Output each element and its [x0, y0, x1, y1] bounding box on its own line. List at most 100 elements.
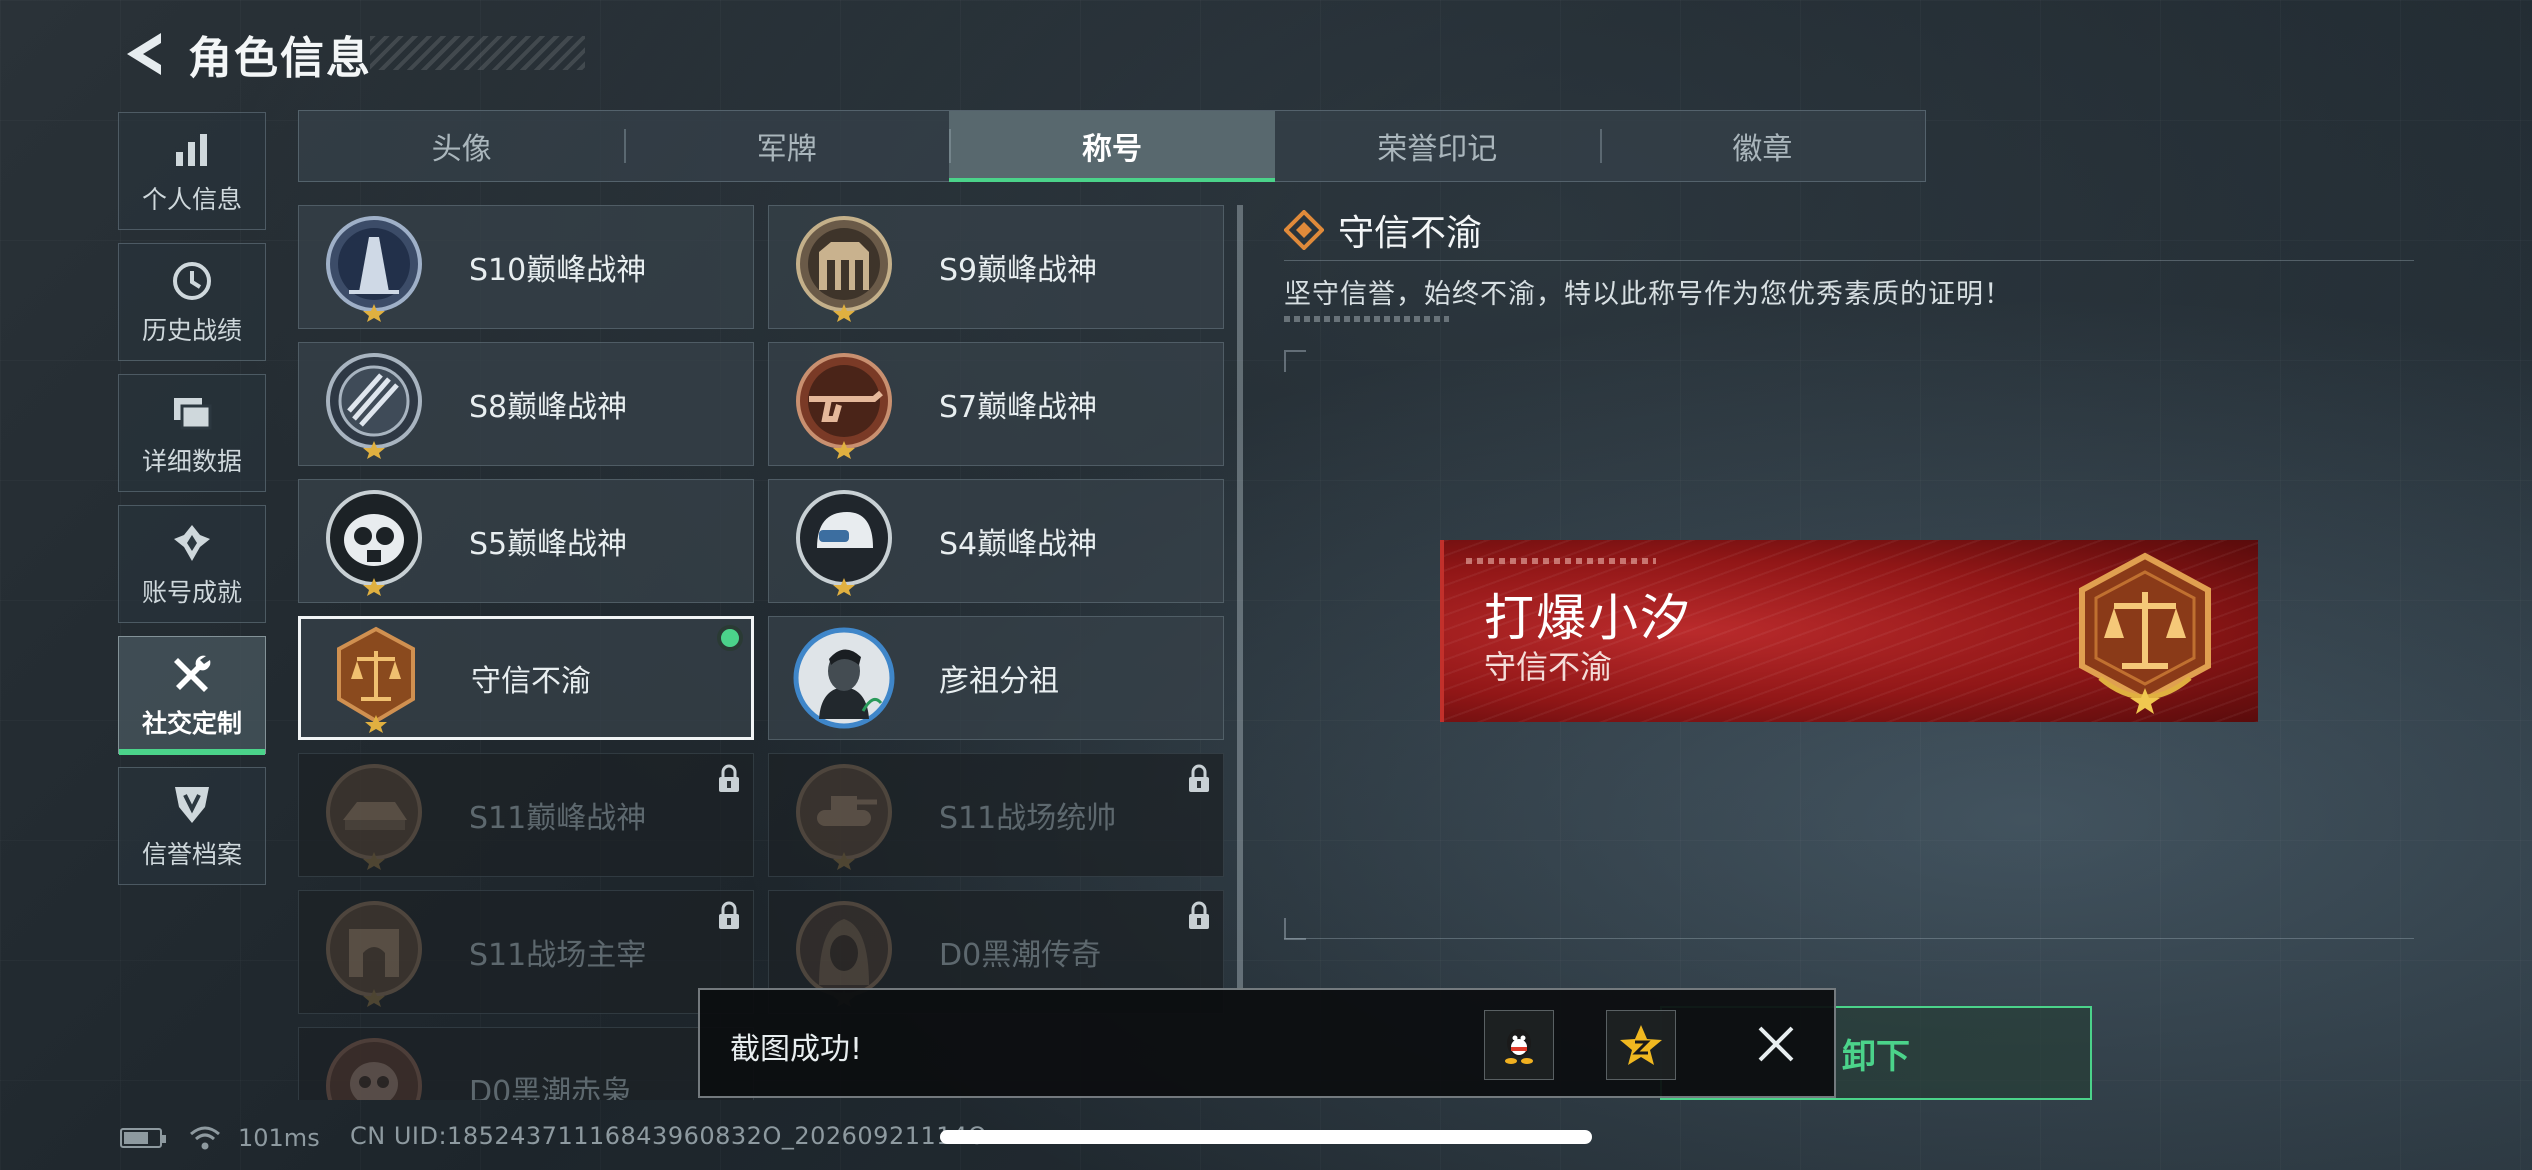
- achievement-icon: [170, 519, 214, 567]
- ping-value: 101ms: [238, 1124, 320, 1152]
- sidebar-item-credit-profile[interactable]: 信誉档案: [118, 767, 266, 885]
- sidebar-item-achievements[interactable]: 账号成就: [118, 505, 266, 623]
- back-arrow-icon: [127, 33, 161, 75]
- tab-dog-tag[interactable]: 军牌: [624, 111, 949, 181]
- scales-medal-icon: [2060, 548, 2230, 718]
- sidebar-item-label: 信誉档案: [141, 840, 242, 869]
- title-name: S9巅峰战神: [939, 253, 1098, 288]
- helmet-medal-icon: [789, 486, 899, 596]
- lock-icon: [719, 764, 739, 792]
- sidebar-item-detailed-data[interactable]: 详细数据: [118, 374, 266, 492]
- battery-icon: [120, 1128, 166, 1148]
- sidebar-item-label: 社交定制: [141, 709, 242, 738]
- lock-icon: [1189, 764, 1209, 792]
- portrait-medal-icon: [789, 623, 899, 733]
- tab-honor-mark[interactable]: 荣誉印记: [1275, 111, 1600, 181]
- vehicle-medal-icon: [319, 760, 429, 870]
- bar-chart-icon: [172, 126, 212, 174]
- title-name: S10巅峰战神: [469, 253, 647, 288]
- wifi-icon: [190, 1126, 220, 1150]
- sidebar-item-social-custom[interactable]: 社交定制: [118, 636, 266, 755]
- sidebar-item-label: 账号成就: [141, 578, 242, 607]
- sidebar-item-label: 个人信息: [141, 185, 242, 214]
- clock-icon: [171, 257, 213, 305]
- frame-corner: [1284, 918, 1306, 940]
- title-name: S11战场统帅: [939, 801, 1117, 836]
- shield-icon: [171, 781, 213, 829]
- sidebar-item-label: 历史战绩: [141, 316, 242, 345]
- share-qq-button[interactable]: [1484, 1010, 1554, 1080]
- tools-icon: [170, 650, 214, 698]
- title-name: D0黑潮赤枭: [469, 1075, 632, 1100]
- toast-message: 截图成功!: [730, 1032, 863, 1067]
- lock-icon: [719, 901, 739, 929]
- banner-title: 守信不渝: [1484, 648, 1613, 686]
- qzone-icon: [1620, 1025, 1662, 1065]
- title-card[interactable]: S5巅峰战神: [298, 479, 754, 603]
- title-decoration: [370, 36, 585, 70]
- title-name: S4巅峰战神: [939, 527, 1098, 562]
- share-qzone-button[interactable]: [1606, 1010, 1676, 1080]
- sidebar-item-personal-info[interactable]: 个人信息: [118, 112, 266, 230]
- title-name: D0黑潮传奇: [939, 938, 1102, 973]
- title-preview-banner: 打爆小汐 守信不渝: [1440, 540, 2258, 722]
- category-tabs: 头像 军牌 称号 荣誉印记 徽章: [298, 110, 1926, 182]
- ruins-medal-icon: [789, 212, 899, 322]
- tab-badge[interactable]: 徽章: [1599, 111, 1925, 181]
- page-title: 角色信息: [188, 33, 372, 84]
- banner-code-decoration: [1466, 558, 1656, 564]
- folder-icon: [170, 388, 214, 436]
- title-card[interactable]: 彦祖分祖: [768, 616, 1224, 740]
- rifle-medal-icon: [789, 349, 899, 459]
- home-indicator[interactable]: [940, 1130, 1592, 1144]
- player-nickname: 打爆小汐: [1484, 589, 1692, 647]
- title-card-locked[interactable]: S11战场主宰: [298, 890, 754, 1014]
- title-grid: S10巅峰战神 S9巅峰战神 S8巅峰战神 S7巅峰战神 S5巅峰战神 S4巅峰…: [298, 205, 1228, 1100]
- title-card[interactable]: S8巅峰战神: [298, 342, 754, 466]
- title-name: S11战场主宰: [469, 938, 647, 973]
- skull-medal-icon: [319, 1034, 429, 1100]
- equipped-indicator: [717, 625, 743, 651]
- player-uid: CN UID:18524371116843960832O_20260921114…: [350, 1122, 988, 1150]
- toast-close-button[interactable]: [1750, 1018, 1802, 1070]
- detail-description: 坚守信誉，始终不渝，特以此称号作为您优秀素质的证明！: [1284, 279, 2012, 310]
- title-card[interactable]: S4巅峰战神: [768, 479, 1224, 603]
- sidebar-item-history[interactable]: 历史战绩: [118, 243, 266, 361]
- title-name: S11巅峰战神: [469, 801, 647, 836]
- title-card[interactable]: S7巅峰战神: [768, 342, 1224, 466]
- title-card[interactable]: S9巅峰战神: [768, 205, 1224, 329]
- frame-corner: [1284, 350, 1306, 372]
- title-name: 彦祖分祖: [939, 664, 1059, 699]
- detail-code-decoration: [1284, 316, 1449, 322]
- title-card-locked[interactable]: S11战场统帅: [768, 753, 1224, 877]
- tank-medal-icon: [789, 760, 899, 870]
- detail-header: 守信不渝: [1284, 204, 1482, 256]
- status-bar: 101ms: [120, 1118, 320, 1158]
- header: 角色信息: [118, 24, 372, 84]
- back-button[interactable]: [118, 26, 168, 82]
- title-card-locked[interactable]: D0黑潮赤枭: [298, 1027, 754, 1100]
- preview-divider: [1284, 938, 2414, 939]
- diamond-icon: [1284, 210, 1324, 250]
- lock-icon: [1189, 901, 1209, 929]
- detail-divider: [1284, 260, 2414, 261]
- title-list-scrollbar[interactable]: [1237, 205, 1243, 990]
- title-name: S5巅峰战神: [469, 527, 628, 562]
- sidebar-item-label: 详细数据: [141, 447, 242, 476]
- scales-medal-icon: [321, 623, 431, 733]
- close-icon: [1758, 1026, 1794, 1062]
- detail-title: 守信不渝: [1338, 213, 1483, 254]
- title-card-selected[interactable]: 守信不渝: [298, 616, 754, 740]
- title-card[interactable]: S10巅峰战神: [298, 205, 754, 329]
- title-card-locked[interactable]: S11巅峰战神: [298, 753, 754, 877]
- tab-avatar[interactable]: 头像: [299, 111, 624, 181]
- mask-medal-icon: [319, 486, 429, 596]
- title-name: 守信不渝: [471, 664, 591, 699]
- title-name: S7巅峰战神: [939, 390, 1098, 425]
- tower-medal-icon: [319, 212, 429, 322]
- title-name: S8巅峰战神: [469, 390, 628, 425]
- tab-title[interactable]: 称号: [949, 111, 1275, 182]
- sidebar: 个人信息 历史战绩 详细数据 账号成就 社交定制 信誉档案: [118, 112, 266, 898]
- stripes-medal-icon: [319, 349, 429, 459]
- arch-medal-icon: [319, 897, 429, 1007]
